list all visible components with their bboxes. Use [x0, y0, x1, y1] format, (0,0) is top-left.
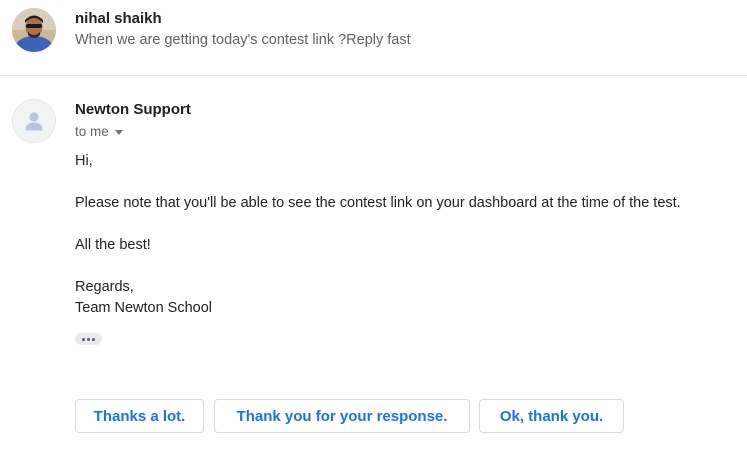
ellipsis-icon[interactable] [75, 333, 102, 345]
smart-reply-button[interactable]: Ok, thank you. [479, 399, 624, 433]
body-greeting: Hi, [75, 153, 93, 169]
caret-down-icon[interactable] [114, 129, 123, 135]
collapsed-message[interactable]: nihal shaikh When we are getting today's… [0, 0, 747, 76]
recipient-label: to me [75, 124, 109, 139]
smart-reply-button[interactable]: Thank you for your response. [214, 399, 470, 433]
person-icon [12, 99, 56, 143]
recipient-details-toggle[interactable]: to me [75, 124, 123, 139]
sender-name[interactable]: Newton Support [75, 101, 191, 118]
sender-name: nihal shaikh [75, 10, 162, 27]
body-signoff: Regards, [75, 279, 134, 295]
sender-avatar-photo [12, 8, 56, 52]
message-snippet: When we are getting today's contest link… [75, 32, 411, 48]
body-paragraph: Please note that you'll be able to see t… [75, 195, 681, 211]
smart-reply-button[interactable]: Thanks a lot. [75, 399, 204, 433]
body-wish: All the best! [75, 237, 151, 253]
expanded-message: Newton Support to me Hi, Please note tha… [0, 77, 747, 454]
body-signature: Team Newton School [75, 300, 213, 316]
